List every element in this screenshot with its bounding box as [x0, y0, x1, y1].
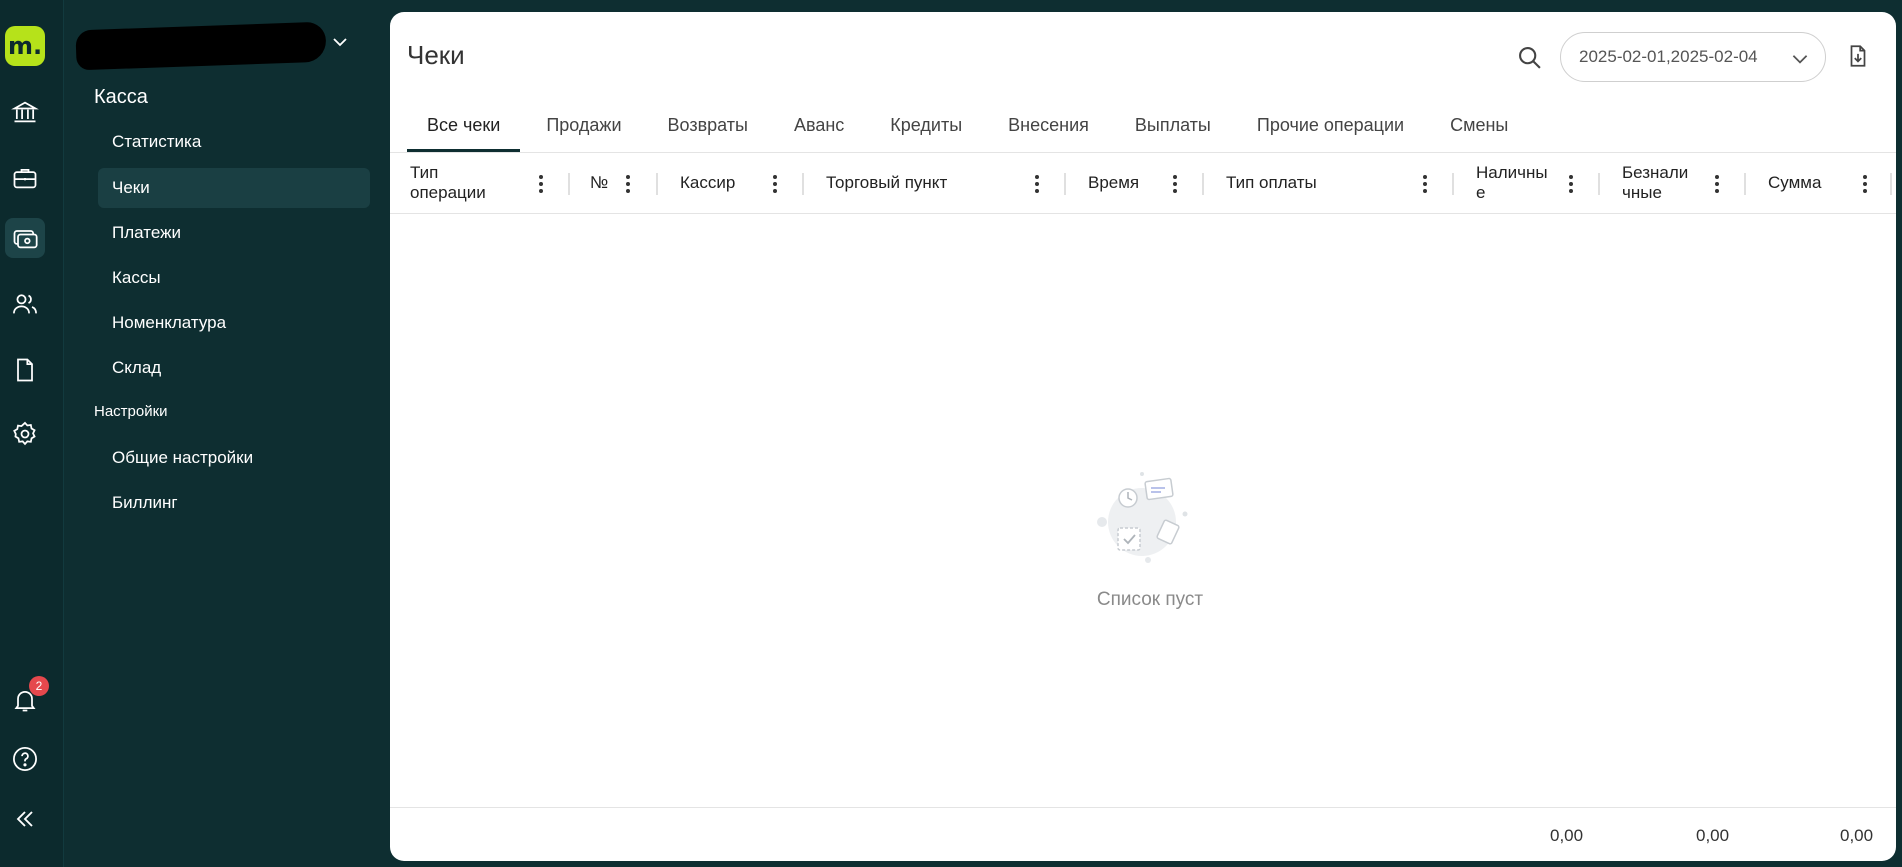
column-resize-handle[interactable]: [1202, 173, 1204, 195]
main-content: Чеки 2025-02-01,2025-02-04 Все чеки Прод…: [390, 12, 1896, 861]
total-sum: 0,00: [1840, 826, 1874, 845]
rail-item-help[interactable]: [5, 739, 45, 779]
column-non-cash[interactable]: Безнали чные: [1622, 153, 1688, 213]
collapse-sidebar-button[interactable]: [5, 799, 45, 839]
date-range-select[interactable]: 2025-02-01,2025-02-04: [1560, 32, 1826, 82]
bank-icon: [11, 101, 39, 123]
column-resize-handle[interactable]: [802, 173, 804, 195]
column-menu-icon[interactable]: [1712, 173, 1722, 195]
document-icon: [17, 358, 33, 382]
rail-item-settings[interactable]: [5, 414, 45, 454]
logo-text: m.: [7, 32, 43, 60]
organization-selector[interactable]: [72, 21, 330, 72]
nav-item-nomenclature[interactable]: Номенклатура: [98, 303, 370, 343]
column-point-of-sale[interactable]: Торговый пункт: [826, 153, 947, 213]
tab-all-receipts[interactable]: Все чеки: [407, 98, 521, 152]
chevron-down-icon: [1792, 55, 1808, 64]
nav-item-statistics[interactable]: Статистика: [98, 122, 370, 162]
tab-credits[interactable]: Кредиты: [870, 98, 982, 152]
column-resize-handle[interactable]: [1064, 173, 1066, 195]
tab-advance[interactable]: Аванс: [774, 98, 864, 152]
column-menu-icon[interactable]: [1032, 173, 1042, 195]
table-header: Тип операции № Кассир Торговый пункт Вре…: [390, 152, 1896, 214]
column-resize-handle[interactable]: [656, 173, 658, 195]
icon-rail: m. 2: [0, 0, 64, 867]
column-cashier[interactable]: Кассир: [680, 153, 735, 213]
search-icon: [1519, 47, 1541, 69]
empty-list-illustration: [1097, 472, 1188, 563]
rail-item-bank[interactable]: [5, 92, 45, 132]
tab-shifts[interactable]: Смены: [1430, 98, 1528, 152]
column-resize-handle[interactable]: [568, 173, 570, 195]
briefcase-icon: [13, 168, 37, 189]
date-range-value: 2025-02-01,2025-02-04: [1579, 47, 1758, 66]
column-payment-type[interactable]: Тип оплаты: [1226, 153, 1317, 213]
tab-sales[interactable]: Продажи: [526, 98, 641, 152]
column-operation-type[interactable]: Тип операции: [410, 153, 486, 213]
empty-state-text: Список пуст: [1096, 589, 1204, 610]
column-number[interactable]: №: [590, 153, 608, 213]
tab-other-operations[interactable]: Прочие операции: [1237, 98, 1424, 152]
total-cash: 0,00: [1550, 826, 1584, 845]
column-menu-icon[interactable]: [1566, 173, 1576, 195]
column-menu-icon[interactable]: [1170, 173, 1180, 195]
rail-item-notifications[interactable]: 2: [5, 676, 49, 720]
column-resize-handle[interactable]: [1890, 173, 1892, 195]
notification-badge: 2: [29, 676, 49, 696]
cash-register-icon: [13, 230, 38, 249]
column-resize-handle[interactable]: [1452, 173, 1454, 195]
nav-item-cash-registers[interactable]: Кассы: [98, 258, 370, 298]
column-resize-handle[interactable]: [1598, 173, 1600, 195]
collapse-icon: [16, 811, 33, 827]
column-resize-handle[interactable]: [1744, 173, 1746, 195]
tab-deposits[interactable]: Внесения: [988, 98, 1109, 152]
redacted-organization-name: [75, 21, 327, 71]
gear-icon: [13, 421, 36, 446]
page-title: Чеки: [407, 40, 465, 70]
rail-item-kassa[interactable]: [5, 218, 45, 258]
column-menu-icon[interactable]: [623, 173, 633, 195]
users-icon: [13, 294, 37, 314]
column-menu-icon[interactable]: [1860, 173, 1870, 195]
tab-returns[interactable]: Возвраты: [648, 98, 768, 152]
nav-item-billing[interactable]: Биллинг: [98, 483, 370, 523]
column-sum[interactable]: Сумма: [1768, 153, 1821, 213]
table-footer-totals: 0,00 0,00 0,00: [390, 807, 1896, 861]
rail-item-users[interactable]: [5, 284, 45, 324]
nav-section-kassa: Касса: [94, 86, 148, 108]
column-menu-icon[interactable]: [1420, 173, 1430, 195]
column-cash[interactable]: Наличны е: [1476, 153, 1548, 213]
nav-item-warehouse[interactable]: Склад: [98, 348, 370, 388]
total-non-cash: 0,00: [1696, 826, 1730, 845]
help-icon: [13, 747, 37, 771]
empty-state: Список пуст: [390, 214, 1896, 818]
rail-item-briefcase[interactable]: [5, 158, 45, 198]
file-download-icon: [1850, 45, 1866, 67]
nav-item-payments[interactable]: Платежи: [98, 213, 370, 253]
rail-item-documents[interactable]: [5, 350, 45, 390]
tab-payouts[interactable]: Выплаты: [1115, 98, 1231, 152]
search-button[interactable]: [1510, 38, 1550, 78]
receipt-tabs: Все чеки Продажи Возвраты Аванс Кредиты …: [407, 98, 1896, 152]
secondary-nav: Касса Статистика Чеки Платежи Кассы Номе…: [64, 0, 380, 867]
nav-item-general-settings[interactable]: Общие настройки: [98, 438, 370, 478]
column-time[interactable]: Время: [1088, 153, 1139, 213]
app-logo[interactable]: m.: [5, 26, 45, 66]
nav-section-settings: Настройки: [94, 403, 168, 420]
nav-item-receipts[interactable]: Чеки: [98, 168, 370, 208]
export-button[interactable]: [1842, 40, 1874, 72]
chevron-down-icon[interactable]: [330, 32, 350, 52]
column-menu-icon[interactable]: [536, 173, 546, 195]
column-menu-icon[interactable]: [770, 173, 780, 195]
